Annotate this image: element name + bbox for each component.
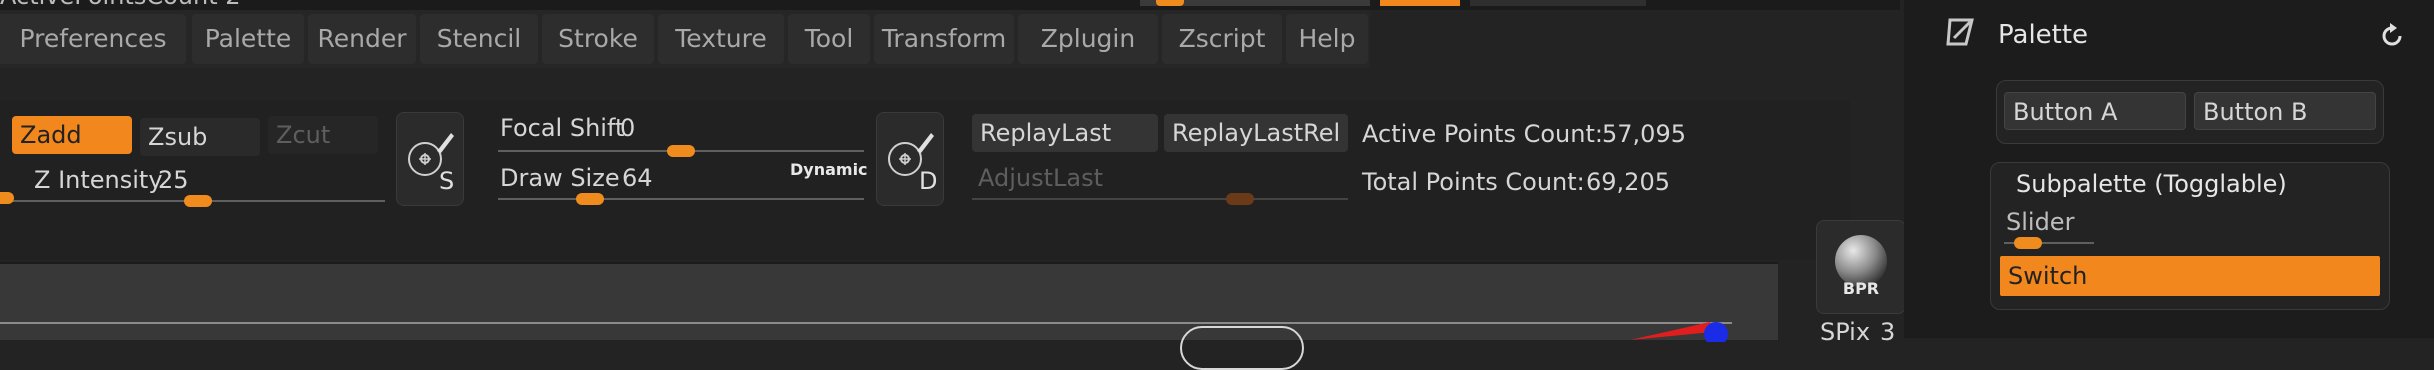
gizmo-ring[interactable] [1180,326,1304,370]
focal-shift-handle[interactable] [667,145,695,157]
menu-stencil[interactable]: Stencil [420,14,538,64]
top-control-active[interactable] [1380,0,1460,6]
menu-texture[interactable]: Texture [658,14,784,64]
focal-shift-value: 0 [620,114,636,142]
active-points-label: Active Points Count: [1362,120,1603,148]
spix-label: SPix [1820,318,1871,346]
draw-size-slider[interactable] [498,198,864,200]
draw-d-icon: D [888,133,937,195]
total-points-value: 69,205 [1586,168,1670,196]
refresh-icon[interactable] [2378,22,2406,50]
svg-text:S: S [439,167,454,195]
menu-palette[interactable]: Palette [192,14,304,64]
document-viewport[interactable] [0,262,1778,340]
zadd-button[interactable]: Zadd [12,116,132,154]
adjust-last-label: AdjustLast [978,164,1104,192]
z-intensity-label: Z Intensity [34,166,163,194]
focal-shift-label: Focal Shift [500,114,625,142]
zcut-button[interactable]: Zcut [268,116,378,154]
z-intensity-value: 25 [158,166,189,194]
z-intensity-handle[interactable] [184,195,212,207]
slider-label: Slider [2006,208,2075,236]
bpr-label: BPR [1842,279,1880,298]
palette-slider-handle[interactable] [2014,237,2042,249]
palette-icon[interactable] [1944,14,1980,50]
active-points-value: 57,095 [1602,120,1686,148]
replay-last-button[interactable]: ReplayLast [972,114,1158,152]
zsub-button[interactable]: Zsub [140,118,260,156]
canvas-border [0,322,1732,324]
replay-last-rel-button[interactable]: ReplayLastRel [1164,114,1348,152]
menu-help[interactable]: Help [1286,14,1368,64]
draw-size-label: Draw Size [500,164,620,192]
stroke-icon-button[interactable]: S [396,112,464,206]
spix-value: 3 [1880,318,1896,346]
stroke-s-icon: S [408,133,454,195]
menu-render[interactable]: Render [308,14,416,64]
menu-zscript[interactable]: Zscript [1162,14,1282,64]
svg-text:D: D [919,167,937,195]
top-control-field[interactable] [1470,0,1646,6]
draw-size-value: 64 [622,164,653,192]
menu-stroke[interactable]: Stroke [542,14,654,64]
subpalette-title[interactable]: Subpalette (Togglable) [2016,170,2287,198]
top-control-knob[interactable] [1156,0,1184,6]
adjust-last-slider[interactable] [972,198,1348,200]
dynamic-toggle[interactable]: Dynamic [790,160,868,179]
button-b[interactable]: Button B [2194,92,2376,130]
top-status-label: ActivePointsCount 2 [0,0,241,10]
draw-icon-button[interactable]: D [876,112,944,206]
menu-transform[interactable]: Transform [874,14,1014,64]
menu-zplugin[interactable]: Zplugin [1018,14,1158,64]
axis-gizmo-icon[interactable] [1620,318,1740,342]
menu-preferences[interactable]: Preferences [0,14,186,64]
button-a[interactable]: Button A [2004,92,2186,130]
palette-title: Palette [1998,20,2089,50]
switch-toggle[interactable]: Switch [2000,256,2380,296]
menu-tool[interactable]: Tool [788,14,870,64]
total-points-label: Total Points Count: [1362,168,1585,196]
draw-size-handle[interactable] [575,193,604,205]
rgb-intensity-handle[interactable] [0,192,14,204]
bpr-button[interactable]: BPR [1816,220,1906,314]
adjust-last-handle[interactable] [1226,193,1254,205]
